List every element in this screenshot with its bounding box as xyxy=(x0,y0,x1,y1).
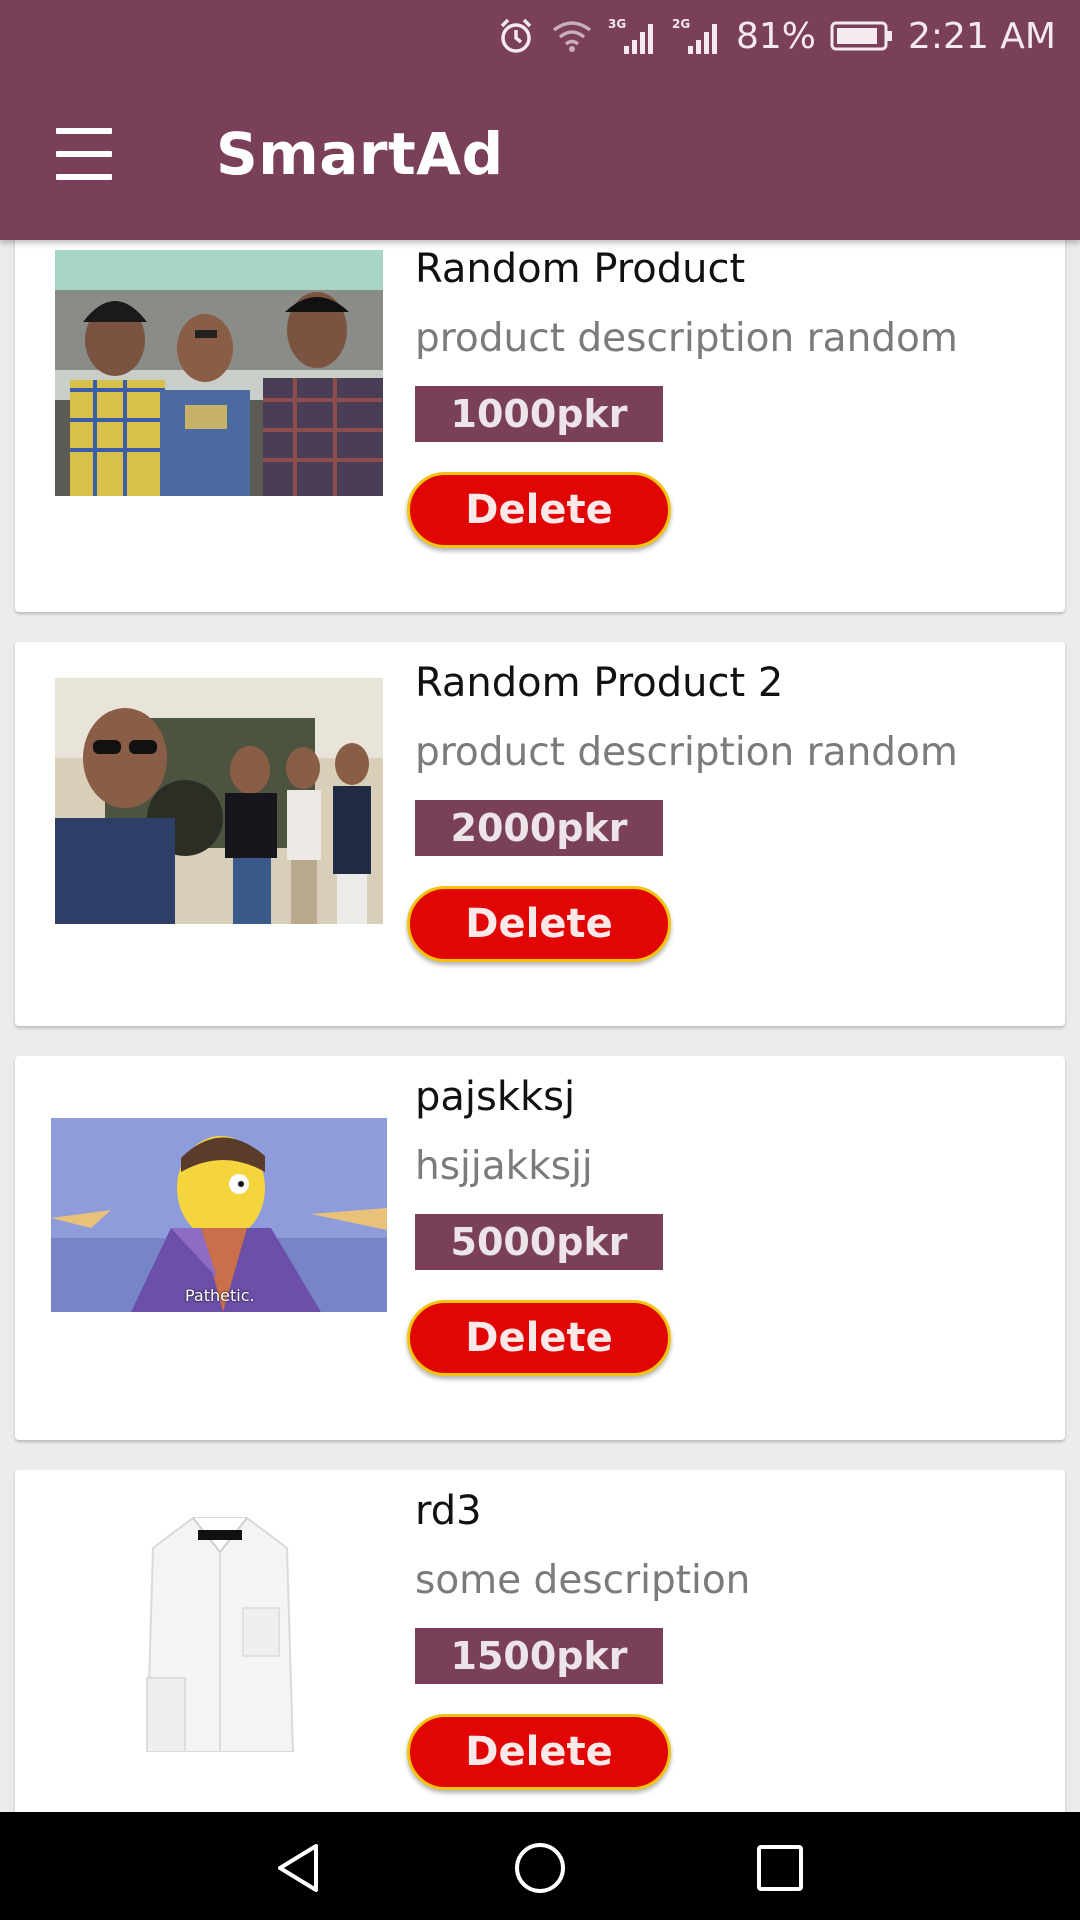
product-title: rd3 xyxy=(415,1488,482,1534)
delete-button[interactable]: Delete xyxy=(407,1714,671,1790)
product-title: Random Product xyxy=(415,246,746,292)
app-bar: 3G 2G 81% 2:21 AM SmartAd xyxy=(0,0,1080,240)
app-title: SmartAd xyxy=(216,120,504,188)
delete-button[interactable]: Delete xyxy=(407,1300,671,1376)
product-card: Pathetic. pajskksj hsjjakksjj 5000pkr De… xyxy=(15,1056,1065,1440)
product-description: product description random xyxy=(415,730,958,775)
product-title: Random Product 2 xyxy=(415,660,784,706)
battery-icon xyxy=(830,19,894,53)
home-icon[interactable] xyxy=(512,1840,568,1896)
product-image xyxy=(55,250,383,496)
delete-button[interactable]: Delete xyxy=(407,886,671,962)
product-image: Pathetic. xyxy=(51,1118,387,1312)
product-card: Random Product product description rando… xyxy=(15,240,1065,612)
product-description: some description xyxy=(415,1558,751,1603)
product-description: hsjjakksjj xyxy=(415,1144,593,1189)
product-title: pajskksj xyxy=(415,1074,576,1120)
product-price: 2000pkr xyxy=(415,800,663,856)
image-caption: Pathetic. xyxy=(185,1286,255,1305)
product-price: 5000pkr xyxy=(415,1214,663,1270)
product-card: rd3 some description 1500pkr Delete xyxy=(15,1470,1065,1812)
product-card: Random Product 2 product description ran… xyxy=(15,642,1065,1026)
status-bar: 3G 2G 81% 2:21 AM xyxy=(0,0,1080,72)
back-icon[interactable] xyxy=(272,1840,328,1896)
product-image xyxy=(55,678,383,924)
product-price: 1500pkr xyxy=(415,1628,663,1684)
delete-button[interactable]: Delete xyxy=(407,472,671,548)
wifi-icon xyxy=(550,18,594,54)
signal-3g-icon: 3G xyxy=(608,16,658,56)
svg-text:3G: 3G xyxy=(608,17,626,31)
battery-percent: 81% xyxy=(736,15,817,57)
product-image xyxy=(143,1508,297,1752)
product-price: 1000pkr xyxy=(415,386,663,442)
hamburger-menu-icon[interactable] xyxy=(50,124,118,184)
product-description: product description random xyxy=(415,316,958,361)
recents-icon[interactable] xyxy=(752,1840,808,1896)
toolbar: SmartAd xyxy=(0,72,1080,240)
alarm-icon xyxy=(496,16,536,56)
svg-text:2G: 2G xyxy=(672,17,690,31)
system-nav-bar xyxy=(0,1812,1080,1920)
clock: 2:21 AM xyxy=(908,15,1056,57)
signal-2g-icon: 2G xyxy=(672,16,722,56)
product-list[interactable]: Random Product product description rando… xyxy=(0,240,1080,1812)
